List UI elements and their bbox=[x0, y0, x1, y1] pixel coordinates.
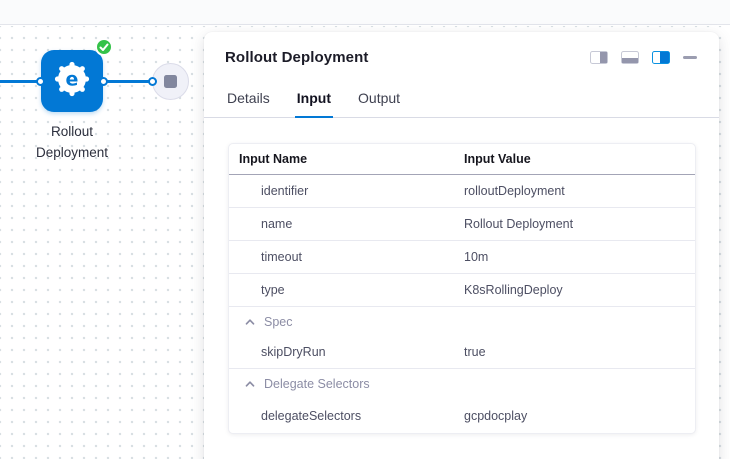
input-value: Rollout Deployment bbox=[464, 217, 695, 231]
success-check-icon bbox=[95, 38, 113, 56]
input-value: gcpdocplay bbox=[464, 409, 695, 423]
step-details-panel: Rollout Deployment Details Input Output bbox=[204, 32, 719, 459]
input-table: Input Name Input Value identifier rollou… bbox=[228, 143, 696, 434]
tab-input[interactable]: Input bbox=[295, 81, 333, 118]
input-name: identifier bbox=[229, 184, 464, 198]
panel-header: Rollout Deployment bbox=[204, 32, 719, 66]
top-toolbar bbox=[0, 0, 730, 25]
input-value: true bbox=[464, 345, 695, 359]
section-label: Spec bbox=[264, 315, 293, 329]
node-port-left bbox=[36, 77, 45, 86]
input-name: delegateSelectors bbox=[229, 409, 464, 423]
end-node-port bbox=[148, 77, 157, 86]
input-value: rolloutDeployment bbox=[464, 184, 695, 198]
chevron-up-icon[interactable] bbox=[245, 315, 255, 329]
minimize-icon[interactable] bbox=[683, 56, 697, 59]
chevron-up-icon[interactable] bbox=[245, 377, 255, 391]
k8s-rolling-deploy-icon: e bbox=[53, 60, 91, 103]
input-value: K8sRollingDeploy bbox=[464, 283, 695, 297]
table-row: timeout 10m bbox=[229, 241, 695, 274]
stop-square-icon bbox=[164, 75, 177, 88]
tab-bar: Details Input Output bbox=[204, 81, 719, 118]
window-controls bbox=[590, 51, 697, 64]
tab-output[interactable]: Output bbox=[356, 81, 402, 118]
table-row: type K8sRollingDeploy bbox=[229, 274, 695, 307]
input-name: name bbox=[229, 217, 464, 231]
section-row-delegate-selectors[interactable]: Delegate Selectors bbox=[229, 369, 695, 398]
table-row: name Rollout Deployment bbox=[229, 208, 695, 241]
input-name: timeout bbox=[229, 250, 464, 264]
rollout-deployment-node[interactable]: e bbox=[41, 50, 103, 112]
tab-details[interactable]: Details bbox=[225, 81, 272, 118]
svg-text:e: e bbox=[66, 68, 79, 90]
table-header-row: Input Name Input Value bbox=[229, 144, 695, 175]
input-name: skipDryRun bbox=[229, 345, 464, 359]
split-bottom-fill bbox=[622, 58, 638, 63]
node-label: Rollout Deployment bbox=[17, 121, 127, 163]
node-port-right bbox=[99, 77, 108, 86]
split-right-fill bbox=[600, 52, 607, 63]
input-value: 10m bbox=[464, 250, 695, 264]
section-row-spec[interactable]: Spec bbox=[229, 307, 695, 336]
split-right-view-icon[interactable] bbox=[590, 51, 608, 64]
screen: e Rollout Deployment Rollout Deployment bbox=[0, 0, 730, 459]
split-right-active-fill bbox=[660, 52, 669, 63]
panel-body: Input Name Input Value identifier rollou… bbox=[204, 118, 719, 434]
panel-title: Rollout Deployment bbox=[225, 49, 368, 66]
column-header-input-name: Input Name bbox=[229, 152, 464, 166]
input-name: type bbox=[229, 283, 464, 297]
table-row: skipDryRun true bbox=[229, 336, 695, 369]
split-right-view-active-icon[interactable] bbox=[652, 51, 670, 64]
stage-end-node[interactable] bbox=[152, 63, 189, 100]
table-row: identifier rolloutDeployment bbox=[229, 175, 695, 208]
table-row: delegateSelectors gcpdocplay bbox=[229, 398, 695, 433]
section-label: Delegate Selectors bbox=[264, 377, 370, 391]
split-bottom-view-icon[interactable] bbox=[621, 51, 639, 64]
column-header-input-value: Input Value bbox=[464, 152, 695, 166]
